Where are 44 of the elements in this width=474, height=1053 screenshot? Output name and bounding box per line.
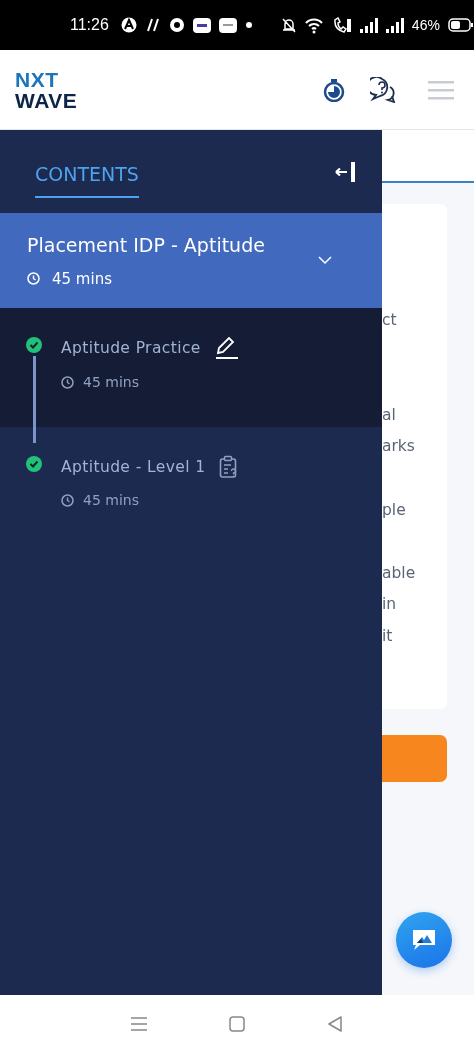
lesson-title: Aptitude - Level 1 bbox=[61, 457, 206, 476]
lesson-item[interactable]: Aptitude Practice 45 mins bbox=[0, 308, 382, 427]
clock-icon bbox=[61, 493, 74, 507]
edit-icon bbox=[214, 336, 239, 360]
app-icon bbox=[144, 17, 161, 33]
lesson-item[interactable]: Aptitude - Level 1 45 mins bbox=[0, 427, 382, 546]
bell-muted-icon bbox=[280, 17, 297, 33]
card-text: ple bbox=[382, 499, 407, 521]
card-text: arks bbox=[382, 436, 416, 458]
lesson-duration: 45 mins bbox=[83, 492, 139, 508]
lesson-title: Aptitude Practice bbox=[61, 339, 201, 357]
collapse-icon[interactable] bbox=[335, 161, 356, 182]
chevron-icon[interactable] bbox=[318, 256, 332, 265]
stopwatch-icon[interactable] bbox=[322, 77, 346, 102]
status-time: 11:26 bbox=[70, 16, 109, 34]
clock-icon bbox=[61, 375, 74, 389]
back-icon[interactable] bbox=[327, 1016, 343, 1032]
call-icon bbox=[331, 16, 352, 34]
signal-icon bbox=[359, 17, 378, 33]
contents-tab[interactable]: CONTENTS bbox=[35, 153, 139, 198]
battery-icon bbox=[447, 18, 473, 32]
app-icon bbox=[120, 17, 137, 33]
card-text: in bbox=[382, 594, 398, 616]
wifi-icon bbox=[304, 16, 324, 34]
clock-icon bbox=[27, 272, 40, 285]
module-duration: 45 mins bbox=[52, 269, 112, 288]
nxtwave-logo: NXT WAVE bbox=[15, 68, 78, 111]
browser-icon bbox=[168, 17, 185, 33]
help-chat-icon[interactable] bbox=[370, 76, 396, 103]
card-text: it bbox=[382, 625, 394, 647]
card-text: ct bbox=[382, 310, 398, 331]
app-icon bbox=[218, 16, 237, 34]
battery-level: 46% bbox=[411, 17, 440, 33]
app-icon bbox=[192, 16, 211, 34]
signal-icon bbox=[385, 17, 404, 33]
module-header[interactable]: Placement IDP - Aptitude 45 mins bbox=[0, 213, 382, 308]
chat-icon bbox=[411, 928, 437, 952]
card-text: al bbox=[382, 404, 397, 426]
dot-icon bbox=[244, 21, 253, 29]
home-icon[interactable] bbox=[229, 1016, 245, 1032]
card-text: able bbox=[382, 562, 417, 584]
recent-apps-icon[interactable] bbox=[131, 1016, 147, 1032]
module-title: Placement IDP - Aptitude bbox=[27, 233, 266, 256]
lesson-duration: 45 mins bbox=[83, 374, 139, 390]
